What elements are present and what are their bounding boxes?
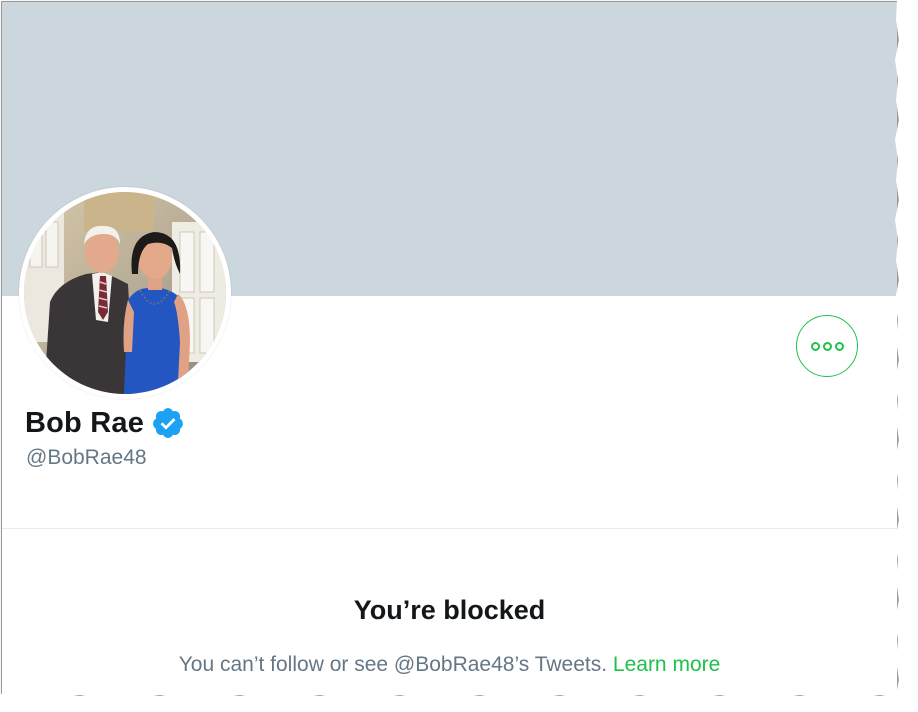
torn-paper-edge-bottom	[0, 692, 918, 712]
avatar-photo	[24, 192, 226, 394]
blocked-message-row: You can’t follow or see @BobRae48’s Twee…	[2, 653, 897, 677]
more-options-icon	[810, 341, 844, 351]
verified-badge-icon	[153, 408, 183, 438]
section-divider	[2, 528, 897, 529]
profile-avatar[interactable]	[19, 187, 231, 399]
profile-name-row: Bob Rae	[25, 405, 185, 441]
screenshot-frame: Bob Rae @BobRae48 You’re blocked You can…	[0, 0, 918, 712]
avatar-photo-illustration	[24, 192, 226, 394]
profile-handle: @BobRae48	[26, 446, 147, 469]
more-options-button[interactable]	[796, 315, 858, 377]
profile-display-name: Bob Rae	[25, 406, 145, 439]
torn-paper-edge-right	[893, 0, 918, 712]
blocked-message: You can’t follow or see @BobRae48’s Twee…	[178, 653, 613, 676]
profile-page: Bob Rae @BobRae48 You’re blocked You can…	[1, 1, 897, 695]
blocked-title: You’re blocked	[353, 595, 546, 625]
learn-more-link[interactable]: Learn more	[613, 653, 720, 676]
